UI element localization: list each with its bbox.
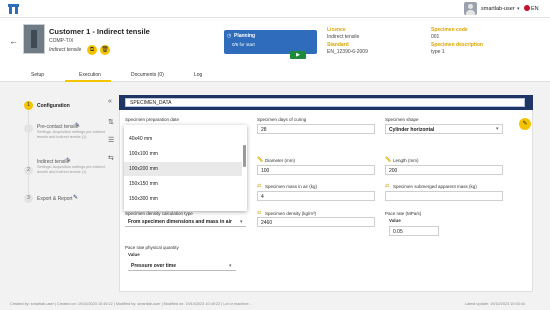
field-sublabel: Value <box>128 252 140 257</box>
density-calc-select[interactable]: From specimen dimensions and mass in air <box>125 217 246 227</box>
step-configuration[interactable]: Configuration <box>37 103 70 109</box>
diameter-input[interactable]: 100 <box>257 165 375 175</box>
tab-documents[interactable]: Documents (0) <box>131 72 164 78</box>
footer-update: Latest update: 19/10/2023 10:53:44 <box>465 302 525 306</box>
trash-icon[interactable]: 🗑 <box>100 45 110 55</box>
pace-phys-select[interactable]: Pressure over time <box>128 261 236 271</box>
dropdown-scrollbar[interactable] <box>243 145 246 167</box>
tab-setup[interactable]: Setup <box>31 72 44 78</box>
step-export-report[interactable]: Export & Report <box>37 196 73 202</box>
flag-icon <box>524 5 530 11</box>
dropdown-option[interactable]: 150x300 mm <box>124 192 242 206</box>
field-label: Specimen days of curing <box>257 117 307 122</box>
length-input[interactable]: 200 <box>385 165 503 175</box>
footer-meta: Created by: smartlab-user | Created on: … <box>10 302 252 306</box>
page-title: Customer 1 - Indirect tensile <box>49 27 150 36</box>
field-label: Specimen preparation date <box>125 117 180 122</box>
density-icon: ⚖ <box>257 210 262 216</box>
field-label: Specimen shape <box>385 117 419 122</box>
field-label: Diameter (mm) <box>265 158 295 163</box>
info-label-standard: Standard <box>327 42 349 48</box>
field-label: Specimen mass in air (kg) <box>265 184 318 189</box>
field-label: Pace rate (MPa/s) <box>385 211 422 216</box>
swap-icon[interactable]: ⇆ <box>108 154 114 162</box>
save-icon[interactable]: ✎ <box>519 118 531 130</box>
specimen-thumbnail <box>23 24 45 54</box>
status-detail: 0/6 for start <box>232 42 255 47</box>
ruler-icon: 📏 <box>385 157 392 163</box>
dropdown-option-selected[interactable]: 100x200 mm <box>124 162 242 176</box>
clock-icon: ◷ <box>227 33 232 39</box>
submerged-mass-input[interactable] <box>385 191 503 201</box>
section-title-field[interactable]: SPECIMEN_DATA <box>125 98 525 107</box>
field-label: Length (mm) <box>393 158 419 163</box>
sort-icon[interactable]: ⇅ <box>108 118 114 126</box>
step-number: 2 <box>24 166 33 175</box>
chevron-down-icon[interactable]: ▾ <box>496 126 499 132</box>
dropdown-option[interactable]: 150x150 mm <box>124 177 242 191</box>
field-label: Specimen density (kg/m³) <box>265 211 317 216</box>
edit-icon[interactable]: ✎ <box>66 157 71 164</box>
tab-log[interactable]: Log <box>194 72 202 78</box>
weight-icon: ⚖ <box>385 183 390 189</box>
step-number: 3 <box>24 194 33 203</box>
step-number: 1 <box>24 101 33 110</box>
dropdown-option[interactable]: 100x100 mm <box>124 147 242 161</box>
dropdown-option[interactable]: 40x40 mm <box>124 132 242 146</box>
edit-icon[interactable]: ✎ <box>75 122 80 129</box>
info-value-standard: EN_12390-6-2009 <box>327 49 368 55</box>
app-logo[interactable] <box>8 4 19 14</box>
user-avatar[interactable] <box>464 2 477 15</box>
weight-icon: ⚖ <box>257 183 262 189</box>
status-label: Planning <box>234 33 256 39</box>
edit-icon[interactable]: ✎ <box>73 194 78 201</box>
back-arrow-icon[interactable]: ← <box>9 36 18 46</box>
info-value-specimen-code: 001 <box>431 34 440 40</box>
chevron-down-icon[interactable]: ▾ <box>517 6 520 12</box>
step-description: Settings: Acquisition settings pre-indir… <box>37 130 106 139</box>
info-value-specimen-description: type 1 <box>431 49 445 55</box>
info-label-licence: Licence <box>327 27 346 33</box>
test-type-label: Indirect tensile <box>49 47 82 53</box>
step-description: Settings: Acquisition settings pre-indir… <box>37 165 106 174</box>
field-label: Pace rate physical quantity <box>125 245 179 250</box>
info-value-licence: Indirect tensile <box>327 34 360 40</box>
page-subtitle: COMP-T/X <box>49 38 74 44</box>
info-label-specimen-description: Specimen description <box>431 42 483 48</box>
chevron-down-icon[interactable]: ▾ <box>240 219 243 225</box>
collapse-icon[interactable]: « <box>108 98 112 105</box>
tab-execution[interactable]: Execution <box>79 72 101 78</box>
density-input[interactable]: 2460 <box>257 217 375 227</box>
field-label: Specimen density calculation type <box>125 211 193 216</box>
ruler-icon: 📏 <box>257 157 264 163</box>
language-selector[interactable]: EN <box>531 6 539 12</box>
dimensions-dropdown: 40x40 mm 100x100 mm 100x200 mm 150x150 m… <box>124 125 247 211</box>
step-connector <box>28 110 29 194</box>
mass-air-input[interactable]: 4 <box>257 191 375 201</box>
shape-select[interactable]: Cylinder horizontal <box>385 124 503 134</box>
chevron-down-icon[interactable]: ▾ <box>229 263 232 269</box>
days-curing-input[interactable]: 28 <box>257 124 375 134</box>
copy-icon[interactable]: ⧉ <box>87 45 97 55</box>
user-name[interactable]: smartlab-user <box>481 6 515 12</box>
step-number <box>24 124 33 133</box>
pace-rate-input[interactable]: 0.05 <box>389 226 439 236</box>
list-icon[interactable]: ☰ <box>108 136 114 144</box>
play-button[interactable]: ▶ <box>290 51 306 59</box>
info-label-specimen-code: Specimen code <box>431 27 468 33</box>
field-label: Specimen submerged apparent mass (kg) <box>393 184 477 189</box>
field-sublabel: Value <box>389 218 401 223</box>
active-tab-indicator <box>65 80 111 82</box>
